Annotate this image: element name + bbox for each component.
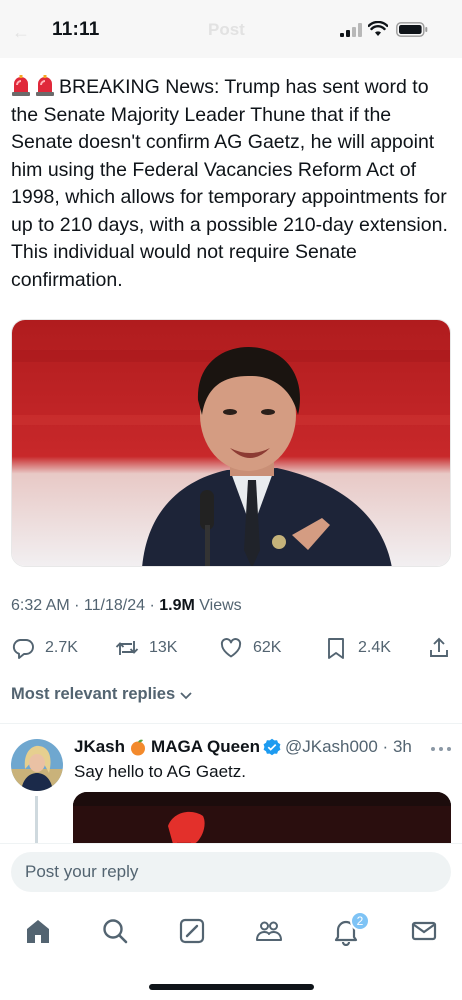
tab-communities[interactable]	[254, 916, 284, 946]
reply-header: JKash MAGA Queen @JKash000 · 3h	[74, 737, 412, 757]
notifications-badge: 2	[350, 911, 370, 931]
reply-author-name-suffix[interactable]: MAGA Queen	[151, 737, 260, 757]
views-label: Views	[194, 597, 242, 614]
views-count: 1.9M	[159, 597, 195, 614]
status-time: 11:11	[52, 19, 100, 40]
reply-media[interactable]	[73, 792, 451, 844]
tweet-meta: 6:32 AM · 11/18/24 · 1.9M Views	[11, 597, 242, 615]
repost-icon	[115, 641, 139, 655]
verified-badge-icon	[263, 738, 281, 756]
reply-handle-time: @JKash000 · 3h	[284, 737, 412, 756]
communities-icon	[256, 921, 282, 941]
chevron-down-icon	[180, 691, 192, 699]
peach-emoji-icon	[131, 739, 146, 756]
avatar[interactable]	[11, 739, 63, 791]
tweet-actions: 2.7K 13K 62K 2.4K	[11, 634, 451, 662]
grok-icon	[179, 918, 205, 944]
search-icon	[103, 919, 128, 944]
replies-sort-label: Most relevant replies	[11, 685, 176, 703]
wifi-icon	[368, 21, 388, 36]
tweet-body: BREAKING News: Trump has sent word to th…	[11, 76, 448, 291]
status-bar: ← 11:11 Post	[0, 0, 462, 58]
reply-composer-input[interactable]: Post your reply	[11, 852, 451, 892]
reply-item[interactable]: JKash MAGA Queen @JKash000 · 3h Say hell…	[0, 724, 462, 844]
like-count: 62K	[253, 639, 282, 656]
composer-placeholder: Post your reply	[25, 862, 139, 881]
reply-author-name[interactable]: JKash	[74, 737, 125, 757]
like-icon	[220, 638, 242, 658]
cellular-signal-icon	[340, 23, 362, 37]
bookmark-icon	[328, 638, 344, 659]
like-button[interactable]: 62K	[219, 634, 281, 662]
share-button[interactable]	[427, 634, 461, 662]
home-indicator[interactable]	[149, 984, 314, 990]
tab-messages[interactable]	[409, 916, 439, 946]
home-icon	[27, 920, 49, 943]
more-options-icon[interactable]	[430, 746, 452, 752]
thread-line	[35, 796, 38, 844]
battery-icon	[396, 22, 428, 37]
siren-emoji-icon	[12, 75, 30, 96]
share-icon	[430, 637, 448, 657]
reply-icon	[12, 639, 34, 659]
reply-count: 2.7K	[45, 639, 78, 656]
tab-search[interactable]	[100, 916, 130, 946]
repost-button[interactable]: 13K	[115, 634, 177, 662]
back-arrow-icon[interactable]: ←	[12, 22, 30, 43]
reply-text: Say hello to AG Gaetz.	[74, 762, 246, 781]
page-title: Post	[208, 20, 245, 39]
bookmark-button[interactable]: 2.4K	[324, 634, 391, 662]
tweet-photo[interactable]	[11, 319, 451, 567]
siren-emoji-icon	[36, 75, 54, 96]
replies-sort-dropdown[interactable]: Most relevant replies	[11, 685, 193, 704]
repost-count: 13K	[149, 639, 178, 656]
tweet-timestamp: 6:32 AM · 11/18/24 ·	[11, 597, 160, 614]
bookmark-count: 2.4K	[358, 639, 391, 656]
reply-button[interactable]: 2.7K	[11, 634, 78, 662]
tweet-photo-image	[12, 320, 450, 566]
messages-icon	[411, 921, 437, 941]
tab-home[interactable]	[23, 916, 53, 946]
tab-grok[interactable]	[177, 916, 207, 946]
tweet-text: BREAKING News: Trump has sent word to th…	[11, 74, 455, 294]
